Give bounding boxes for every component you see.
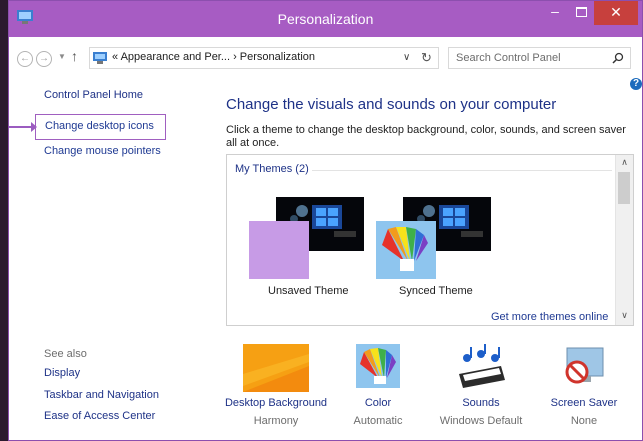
desktop-background-value: Harmony	[253, 415, 299, 427]
sounds-value: Windows Default	[439, 415, 523, 427]
refresh-icon[interactable]: ↻	[421, 50, 432, 66]
screen-saver-label[interactable]: Screen Saver	[529, 397, 639, 409]
theme-synced[interactable]	[376, 197, 491, 287]
help-icon[interactable]: ?	[630, 78, 642, 90]
page-description: Click a theme to change the desktop back…	[226, 124, 626, 149]
desktop-background-icon	[243, 344, 309, 392]
theme-color-swatch	[249, 221, 309, 279]
control-panel-icon	[93, 52, 107, 64]
breadcrumb[interactable]: « Appearance and Per... › Personalizatio…	[112, 51, 315, 63]
screen-saver-value: None	[570, 415, 598, 427]
back-button[interactable]: ←	[17, 51, 33, 67]
theme-color-swatch	[376, 221, 436, 279]
desktop-background-item[interactable]: Desktop Background Harmony	[221, 344, 331, 434]
display-link[interactable]: Display	[44, 367, 80, 379]
scroll-up-icon[interactable]: ∧	[616, 157, 633, 168]
theme-unsaved-label[interactable]: Unsaved Theme	[268, 285, 349, 297]
annotation-arrow	[9, 122, 37, 132]
sounds-label[interactable]: Sounds	[426, 397, 536, 409]
up-button[interactable]: ↑	[71, 48, 78, 64]
change-desktop-icons-link[interactable]: Change desktop icons	[35, 114, 166, 140]
theme-synced-label[interactable]: Synced Theme	[399, 285, 473, 297]
maximize-button[interactable]	[568, 1, 594, 25]
theme-unsaved[interactable]	[249, 197, 364, 287]
screen-saver-item[interactable]: Screen Saver None	[529, 344, 639, 434]
maximize-icon	[576, 7, 587, 17]
search-icon[interactable]	[612, 52, 624, 64]
minimize-button[interactable]: –	[542, 1, 568, 25]
sounds-item[interactable]: Sounds Windows Default	[426, 344, 536, 434]
my-themes-group-label[interactable]: My Themes (2)	[235, 163, 309, 175]
themes-list: My Themes (2) Unsaved Theme Synced Theme…	[226, 154, 634, 326]
sounds-icon	[459, 344, 505, 388]
ease-of-access-link[interactable]: Ease of Access Center	[44, 410, 155, 422]
page-title: Change the visuals and sounds on your co…	[226, 96, 557, 113]
taskbar-navigation-link[interactable]: Taskbar and Navigation	[44, 389, 159, 401]
search-placeholder: Search Control Panel	[456, 52, 561, 64]
color-label[interactable]: Color	[323, 397, 433, 409]
group-divider	[312, 170, 612, 171]
change-mouse-pointers-link[interactable]: Change mouse pointers	[44, 145, 161, 157]
scroll-down-icon[interactable]: ∨	[616, 310, 633, 321]
color-item[interactable]: Color Automatic	[323, 344, 433, 434]
close-button[interactable]: ✕	[594, 1, 638, 25]
desktop-background-label[interactable]: Desktop Background	[221, 397, 331, 409]
color-value: Automatic	[353, 415, 403, 427]
recent-locations-dropdown[interactable]: ▼	[58, 52, 66, 61]
title-bar: Personalization – ✕	[9, 1, 642, 37]
control-panel-home-link[interactable]: Control Panel Home	[44, 89, 143, 101]
address-field[interactable]: « Appearance and Per... › Personalizatio…	[89, 47, 439, 69]
scroll-thumb[interactable]	[618, 172, 630, 204]
color-icon	[356, 344, 400, 388]
forward-button[interactable]: →	[36, 51, 52, 67]
get-more-themes-link[interactable]: Get more themes online	[491, 311, 608, 323]
address-bar: ← → ▼ ↑ « Appearance and Per... › Person…	[9, 37, 642, 77]
themes-scrollbar[interactable]: ∧ ∨	[615, 155, 633, 325]
color-fan-icon	[382, 227, 428, 271]
screen-saver-icon	[565, 347, 604, 384]
see-also-heading: See also	[44, 348, 87, 360]
search-input[interactable]: Search Control Panel	[448, 47, 631, 69]
personalization-window: Personalization – ✕ ← → ▼ ↑ « Appearance…	[8, 0, 643, 441]
address-dropdown-icon[interactable]: ∨	[403, 52, 410, 63]
